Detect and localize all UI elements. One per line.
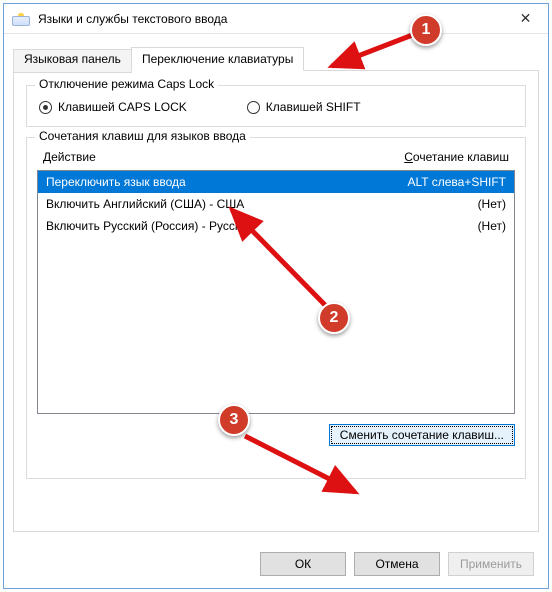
close-icon: ✕ [520, 10, 532, 27]
titlebar: Языки и службы текстового ввода ✕ [4, 4, 548, 34]
list-row-enable-ru[interactable]: Включить Русский (Россия) - Русская (Нет… [38, 215, 514, 237]
button-label: Отмена [375, 557, 418, 571]
col-action: Действие [43, 150, 404, 164]
list-header: Действие Сочетание клавиш [37, 146, 515, 170]
capslock-radios: Клавишей CAPS LOCK Клавишей SHIFT [39, 96, 513, 114]
annotation-badge-3: 3 [218, 404, 250, 436]
change-button-row: Сменить сочетание клавиш... [37, 424, 515, 446]
tab-language-bar[interactable]: Языковая панель [13, 49, 132, 73]
col-combo: Сочетание клавиш [404, 150, 513, 164]
client-area: Языковая панель Переключение клавиатуры … [13, 47, 539, 538]
row-combo: (Нет) [478, 195, 506, 213]
tab-panel: Отключение режима Caps Lock Клавишей CAP… [13, 70, 539, 532]
change-hotkey-button[interactable]: Сменить сочетание клавиш... [329, 424, 515, 446]
button-label: ОК [295, 557, 311, 571]
radio-label: Клавишей SHIFT [266, 100, 361, 114]
capslock-legend: Отключение режима Caps Lock [35, 77, 218, 91]
ok-button[interactable]: ОК [260, 552, 346, 576]
tab-strip: Языковая панель Переключение клавиатуры [13, 47, 539, 71]
list-row-enable-en[interactable]: Включить Английский (США) - США (Нет) [38, 193, 514, 215]
radio-icon [39, 101, 52, 114]
dialog-buttons: ОК Отмена Применить [260, 552, 534, 576]
button-label: Сменить сочетание клавиш... [340, 428, 504, 442]
row-action: Переключить язык ввода [46, 173, 408, 191]
dialog-window: Языки и службы текстового ввода ✕ Языков… [3, 3, 549, 589]
radio-shift-key[interactable]: Клавишей SHIFT [247, 100, 361, 114]
radio-label: Клавишей CAPS LOCK [58, 100, 187, 114]
tab-keyboard-switching[interactable]: Переключение клавиатуры [131, 47, 304, 71]
radio-caps-lock-key[interactable]: Клавишей CAPS LOCK [39, 100, 187, 114]
tab-label: Языковая панель [24, 52, 121, 66]
apply-button: Применить [448, 552, 534, 576]
hotkeys-listbox[interactable]: Переключить язык ввода ALT слева+SHIFT В… [37, 170, 515, 414]
hotkeys-legend: Сочетания клавиш для языков ввода [35, 129, 250, 143]
close-button[interactable]: ✕ [503, 4, 548, 33]
list-row-switch-language[interactable]: Переключить язык ввода ALT слева+SHIFT [38, 171, 514, 193]
radio-icon [247, 101, 260, 114]
hotkeys-groupbox: Сочетания клавиш для языков ввода Действ… [26, 137, 526, 479]
cancel-button[interactable]: Отмена [354, 552, 440, 576]
capslock-groupbox: Отключение режима Caps Lock Клавишей CAP… [26, 85, 526, 127]
annotation-badge-2: 2 [318, 302, 350, 334]
annotation-badge-1: 1 [410, 14, 442, 46]
row-action: Включить Английский (США) - США [46, 195, 478, 213]
row-combo: ALT слева+SHIFT [408, 173, 507, 191]
button-label: Применить [460, 557, 522, 571]
keyboard-icon [10, 8, 32, 30]
tab-label: Переключение клавиатуры [142, 52, 293, 66]
row-action: Включить Русский (Россия) - Русская [46, 217, 478, 235]
row-combo: (Нет) [478, 217, 506, 235]
